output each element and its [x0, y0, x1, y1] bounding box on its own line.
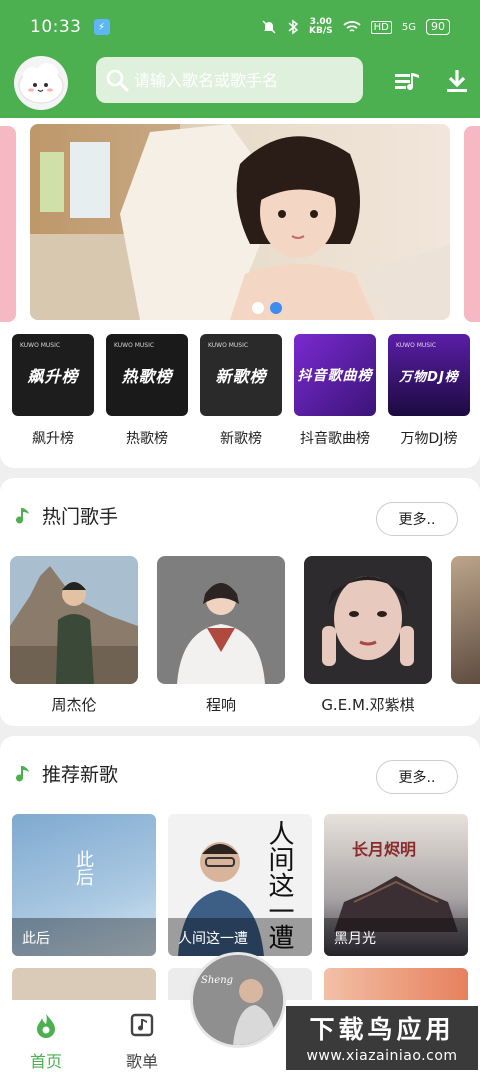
chart-brand: KUWO MUSIC [20, 342, 61, 349]
singer-item[interactable]: 程响 [157, 556, 285, 715]
singer-name: 周杰伦 [51, 696, 97, 714]
song-item[interactable]: 长月烬明 黑月光 [324, 814, 468, 956]
singer-photo [157, 556, 285, 684]
chart-cover: KUWO MUSIC 热歌榜 [106, 334, 188, 416]
chart-label: 热歌榜 [126, 431, 168, 447]
hot-singers-section: 热门歌手 更多.. 周杰伦 程响 G.E.M.邓紫棋 [0, 478, 480, 726]
singer-photo [304, 556, 432, 684]
watermark-title: 下载鸟应用 [309, 1015, 455, 1044]
status-indicators: 3.00 KB/S HD 5G 90 [261, 18, 450, 36]
song-cover-text: 长月烬明 [352, 840, 417, 859]
battery-indicator: 90 [426, 19, 450, 35]
chart-cover-title: 新歌榜 [215, 367, 267, 386]
section-title: 推荐新歌 [42, 764, 119, 786]
singer-item-peek[interactable] [451, 556, 480, 715]
song-item[interactable]: 此后 此后 [12, 814, 156, 956]
singer-name: G.E.M.邓紫棋 [321, 696, 415, 714]
song-title: 此后 [12, 918, 156, 956]
search-input[interactable] [134, 70, 354, 90]
wifi-icon [343, 21, 361, 32]
status-time: 10:33 [30, 17, 82, 37]
music-note-icon [16, 765, 29, 781]
singer-list: 周杰伦 程响 G.E.M.邓紫棋 [10, 556, 480, 715]
chart-cover-title: 抖音歌曲榜 [297, 368, 373, 384]
playlist-icon[interactable] [392, 66, 422, 96]
singer-item[interactable]: 周杰伦 [10, 556, 138, 715]
chart-cover: 抖音歌曲榜 [294, 334, 376, 416]
chart-brand: KUWO MUSIC [208, 342, 249, 349]
cloud-mascot-icon [18, 63, 64, 104]
banner-dot-1[interactable] [252, 302, 264, 314]
banner-pagination [252, 302, 282, 314]
chart-cover: KUWO MUSIC 万物DJ榜 [388, 334, 470, 416]
singer-name: 程响 [205, 696, 236, 714]
chart-item-hot[interactable]: KUWO MUSIC 热歌榜 热歌榜 [106, 334, 188, 448]
flame-icon [37, 1014, 55, 1038]
chart-cover: KUWO MUSIC 飙升榜 [12, 334, 94, 416]
chart-label: 抖音歌曲榜 [300, 431, 370, 447]
user-avatar[interactable] [14, 56, 68, 110]
chart-cover-title: 热歌榜 [121, 367, 173, 386]
network-speed: 3.00 KB/S [309, 18, 333, 36]
singer-photo [10, 556, 138, 684]
nav-home-label: 首页 [29, 1052, 62, 1071]
song-item[interactable]: 人间这一遭 人间这一遭 [168, 814, 312, 956]
status-bar: 10:33 ⚡ 3.00 KB/S HD 5G 90 [0, 0, 480, 54]
banner-card: KUWO MUSIC 飙升榜 飙升榜 KUWO MUSIC 热歌榜 热歌榜 KU… [0, 118, 480, 468]
more-songs-button[interactable]: 更多.. [376, 760, 458, 794]
chart-item-dj[interactable]: KUWO MUSIC 万物DJ榜 万物DJ榜 [388, 334, 470, 448]
chart-brand: KUWO MUSIC [114, 342, 155, 349]
hd-badge: HD [370, 20, 392, 34]
singer-photo [451, 556, 480, 684]
chart-item-soaring[interactable]: KUWO MUSIC 飙升榜 飙升榜 [12, 334, 94, 448]
chart-cover: KUWO MUSIC 新歌榜 [200, 334, 282, 416]
download-icon[interactable] [442, 66, 472, 96]
nav-playlist[interactable]: 歌单 [112, 1012, 172, 1072]
search-bar[interactable] [96, 57, 363, 103]
song-cover-text: 此后 [73, 850, 94, 886]
nav-home[interactable]: 首页 [16, 1012, 76, 1072]
song-title: 人间这一遭 [168, 918, 312, 956]
player-cover-text: Sheng [201, 975, 233, 986]
mute-icon [262, 20, 276, 34]
chart-label: 飙升榜 [32, 431, 74, 447]
player-cover-image: Sheng [193, 955, 283, 1045]
banner-prev-peek[interactable] [0, 126, 16, 322]
search-icon [106, 69, 129, 92]
more-singers-button[interactable]: 更多.. [376, 502, 458, 536]
mini-player-disc[interactable]: Sheng [190, 952, 286, 1048]
music-library-icon [130, 1013, 154, 1037]
chart-label: 新歌榜 [220, 431, 262, 447]
watermark-url: www.xiazainiao.com [306, 1048, 458, 1064]
chart-item-new[interactable]: KUWO MUSIC 新歌榜 新歌榜 [200, 334, 282, 448]
chart-list: KUWO MUSIC 飙升榜 飙升榜 KUWO MUSIC 热歌榜 热歌榜 KU… [12, 334, 470, 448]
banner-image [30, 124, 450, 320]
chart-label: 万物DJ榜 [400, 431, 458, 447]
shield-icon: ⚡ [93, 19, 110, 35]
app-header [0, 54, 480, 118]
banner-next-peek[interactable] [464, 126, 480, 322]
section-header: 推荐新歌 [16, 760, 118, 787]
chart-cover-title: 飙升榜 [27, 367, 79, 386]
signal-label: 5G [401, 21, 416, 33]
speed-unit: KB/S [309, 26, 333, 36]
section-title: 热门歌手 [42, 506, 119, 528]
chart-cover-title: 万物DJ榜 [399, 369, 459, 385]
watermark: 下载鸟应用 www.xiazainiao.com [286, 1006, 478, 1070]
music-note-icon [16, 507, 29, 523]
singer-item[interactable]: G.E.M.邓紫棋 [304, 556, 432, 715]
banner-carousel[interactable] [30, 124, 450, 320]
section-header: 热门歌手 [16, 502, 118, 529]
chart-brand: KUWO MUSIC [396, 342, 437, 349]
bluetooth-icon [288, 19, 299, 35]
chart-item-douyin[interactable]: 抖音歌曲榜 抖音歌曲榜 [294, 334, 376, 448]
song-title: 黑月光 [324, 918, 468, 956]
nav-playlist-label: 歌单 [125, 1052, 158, 1071]
banner-dot-2[interactable] [270, 302, 282, 314]
